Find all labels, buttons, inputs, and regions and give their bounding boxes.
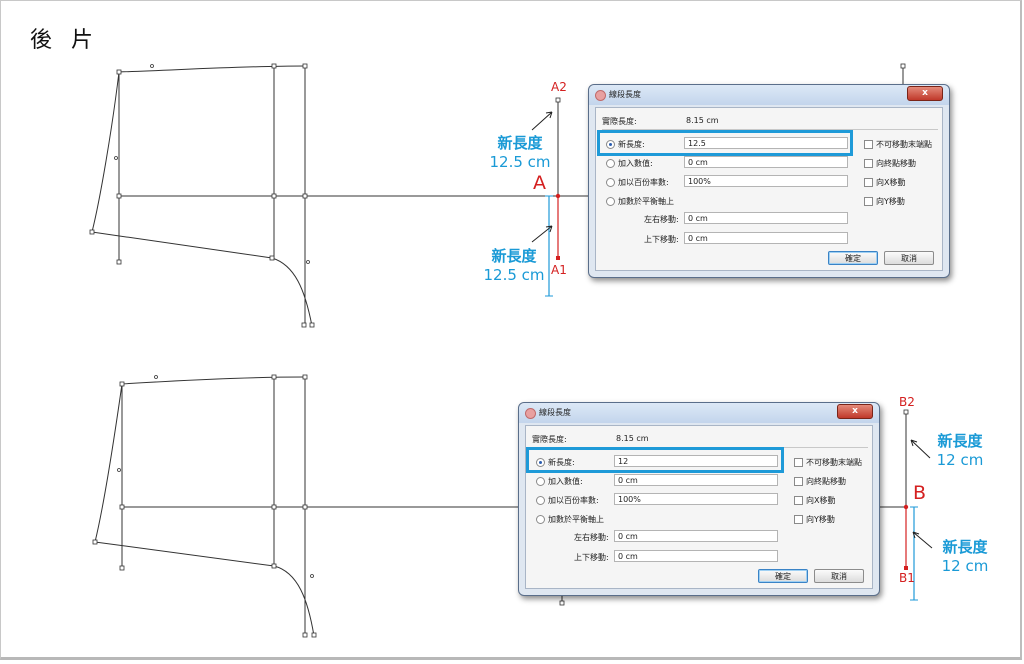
app-icon — [595, 90, 606, 101]
annotation-value: 12.5 cm — [489, 153, 551, 171]
app-icon — [525, 408, 536, 419]
highlight-new-length-bottom — [526, 447, 784, 473]
dialog-title: 線段長度 — [609, 90, 641, 99]
dialog-titlebar[interactable]: 線段長度 x — [589, 85, 949, 105]
annotation-value: 12 cm — [941, 557, 989, 575]
checkbox-toward-x[interactable] — [794, 496, 803, 505]
checkbox-label: 向Y移動 — [806, 515, 835, 524]
checkbox-fix-endpoint[interactable] — [864, 140, 873, 149]
close-button[interactable]: x — [837, 404, 873, 419]
ok-button[interactable]: 確定 — [758, 569, 808, 583]
move-lr-input[interactable]: 0 cm — [684, 212, 848, 224]
move-ud-input[interactable]: 0 cm — [684, 232, 848, 244]
checkbox-toward-x[interactable] — [864, 178, 873, 187]
point-label-a: A — [533, 172, 546, 194]
highlight-new-length-top — [597, 130, 853, 156]
actual-length-label: 實際長度: — [602, 117, 637, 126]
checkbox-label: 向終點移動 — [876, 159, 916, 168]
option-label: 加入數值: — [618, 159, 653, 168]
checkbox-label: 向終點移動 — [806, 477, 846, 486]
annotation-new-length-upper-top: 新長度 12.5 cm — [478, 134, 562, 172]
radio-percentage[interactable] — [606, 178, 615, 187]
option-label: 加數於平衡軸上 — [618, 197, 674, 206]
checkbox-toward-y[interactable] — [864, 197, 873, 206]
checkbox-label: 不可移動末端點 — [806, 458, 862, 467]
option-label: 加以百份率數: — [618, 178, 669, 187]
point-label-a2: A2 — [551, 80, 567, 94]
checkbox-toward-y[interactable] — [794, 515, 803, 524]
move-ud-label: 上下移動: — [644, 235, 679, 244]
pattern-back-piece-top[interactable] — [91, 65, 590, 327]
radio-add-value[interactable] — [536, 477, 545, 486]
checkbox-label: 不可移動末端點 — [876, 140, 932, 149]
cancel-button[interactable]: 取消 — [814, 569, 864, 583]
checkbox-label: 向X移動 — [806, 496, 836, 505]
add-value-input[interactable]: 0 cm — [614, 474, 778, 486]
add-value-input[interactable]: 0 cm — [684, 156, 848, 168]
actual-length-value: 8.15 cm — [616, 434, 649, 443]
annotation-label: 新長度 — [497, 134, 543, 152]
ok-button[interactable]: 確定 — [828, 251, 878, 265]
checkbox-toward-end[interactable] — [794, 477, 803, 486]
checkbox-label: 向Y移動 — [876, 197, 905, 206]
annotation-new-length-upper-bottom: 新長度 12 cm — [925, 432, 995, 470]
actual-length-value: 8.15 cm — [686, 116, 719, 125]
option-label: 加數於平衡軸上 — [548, 515, 604, 524]
radio-balance-axis[interactable] — [536, 515, 545, 524]
annotation-new-length-lower-top: 新長度 12.5 cm — [472, 247, 556, 285]
annotation-value: 12.5 cm — [483, 266, 545, 284]
move-lr-input[interactable]: 0 cm — [614, 530, 778, 542]
move-ud-input[interactable]: 0 cm — [614, 550, 778, 562]
point-label-b2: B2 — [899, 395, 915, 409]
actual-length-label: 實際長度: — [532, 435, 567, 444]
cancel-button[interactable]: 取消 — [884, 251, 934, 265]
line-length-dialog-bottom: 線段長度 x 實際長度: 8.15 cm 新長度: 12 加入數值: 0 cm … — [518, 402, 880, 596]
annotation-label: 新長度 — [937, 432, 983, 450]
option-label: 加入數值: — [548, 477, 583, 486]
move-lr-label: 左右移動: — [644, 215, 679, 224]
percentage-input[interactable]: 100% — [614, 493, 778, 505]
move-ud-label: 上下移動: — [574, 553, 609, 562]
checkbox-fix-endpoint[interactable] — [794, 458, 803, 467]
option-label: 加以百份率數: — [548, 496, 599, 505]
percentage-input[interactable]: 100% — [684, 175, 848, 187]
dialog-titlebar[interactable]: 線段長度 x — [519, 403, 879, 423]
move-lr-label: 左右移動: — [574, 533, 609, 542]
point-label-b: B — [913, 482, 927, 504]
dialog-title: 線段長度 — [539, 408, 571, 417]
line-length-dialog-top: 線段長度 x 實際長度: 8.15 cm 新長度: 12.5 加入數值: 0 c… — [588, 84, 950, 278]
annotation-new-length-lower-bottom: 新長度 12 cm — [930, 538, 1000, 576]
close-button[interactable]: x — [907, 86, 943, 101]
checkbox-toward-end[interactable] — [864, 159, 873, 168]
point-label-b1: B1 — [899, 571, 915, 585]
annotation-label: 新長度 — [491, 247, 537, 265]
annotation-value: 12 cm — [936, 451, 984, 469]
radio-add-value[interactable] — [606, 159, 615, 168]
annotation-label: 新長度 — [942, 538, 988, 556]
radio-balance-axis[interactable] — [606, 197, 615, 206]
radio-percentage[interactable] — [536, 496, 545, 505]
checkbox-label: 向X移動 — [876, 178, 906, 187]
